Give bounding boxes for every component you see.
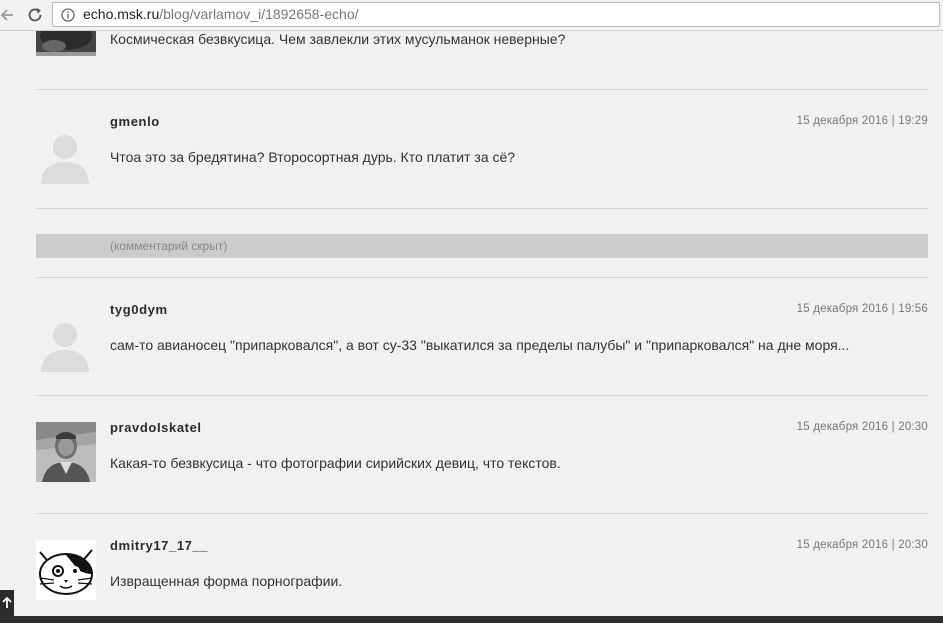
scroll-to-top-button[interactable] bbox=[0, 590, 14, 616]
browser-toolbar: echo.msk.ru/blog/varlamov_i/1892658-echo… bbox=[0, 0, 943, 31]
comment-item: dmitry17_17__ 15 декабря 2016 | 20:30 Из… bbox=[36, 538, 928, 608]
divider bbox=[36, 395, 928, 396]
comment-item: gmenlo 15 декабря 2016 | 19:29 Чтоа это … bbox=[36, 114, 928, 184]
comment-text: Чтоа это за бредятина? Второсортная дурь… bbox=[110, 149, 516, 165]
default-user-avatar[interactable] bbox=[36, 124, 96, 184]
reload-icon[interactable] bbox=[26, 6, 44, 24]
comment-author[interactable]: tyg0dym bbox=[110, 302, 168, 317]
cat-drawing-avatar[interactable] bbox=[36, 540, 96, 600]
hidden-comment-bar[interactable]: (комментарий скрыт) bbox=[36, 234, 928, 258]
comment-item: tyg0dym 15 декабря 2016 | 19:56 сам-то а… bbox=[36, 302, 928, 372]
divider bbox=[36, 513, 928, 514]
comment-text: Какая-то безвкусица - что фотографии сир… bbox=[110, 455, 561, 471]
comment-item: pravdoIskatel 15 декабря 2016 | 20:30 Ка… bbox=[36, 420, 928, 485]
comment-text: Космическая безвкусица. Чем завлекли эти… bbox=[110, 31, 566, 47]
default-user-avatar[interactable] bbox=[36, 312, 96, 372]
url-text: echo.msk.ru/blog/varlamov_i/1892658-echo… bbox=[83, 3, 359, 26]
comment-author[interactable]: pravdoIskatel bbox=[110, 420, 202, 435]
comment-date: 15 декабря 2016 | 19:29 bbox=[796, 115, 928, 127]
comment-date: 15 декабря 2016 | 19:56 bbox=[796, 303, 928, 315]
back-arrow-icon[interactable] bbox=[0, 7, 14, 23]
divider bbox=[36, 277, 928, 278]
comment-author[interactable]: gmenlo bbox=[110, 114, 160, 129]
comment-author[interactable]: dmitry17_17__ bbox=[110, 538, 208, 553]
info-icon[interactable] bbox=[61, 8, 75, 22]
comment-text: сам-то авианосец "припарковался", а вот … bbox=[110, 337, 850, 353]
divider bbox=[36, 89, 928, 90]
hidden-comment-label: (комментарий скрыт) bbox=[110, 239, 228, 253]
comment-text: Извращенная форма порнографии. bbox=[110, 573, 343, 589]
photo-avatar[interactable] bbox=[36, 422, 96, 482]
url-path: /blog/varlamov_i/1892658-echo/ bbox=[159, 6, 359, 22]
bottom-bar bbox=[0, 616, 943, 623]
comment-date: 15 декабря 2016 | 20:30 bbox=[796, 421, 928, 433]
arrow-up-icon bbox=[2, 596, 12, 608]
url-host: echo.msk.ru bbox=[83, 6, 160, 22]
address-bar[interactable]: echo.msk.ru/blog/varlamov_i/1892658-echo… bbox=[52, 2, 940, 27]
comment-date: 15 декабря 2016 | 20:30 bbox=[796, 539, 928, 551]
divider bbox=[36, 208, 928, 209]
